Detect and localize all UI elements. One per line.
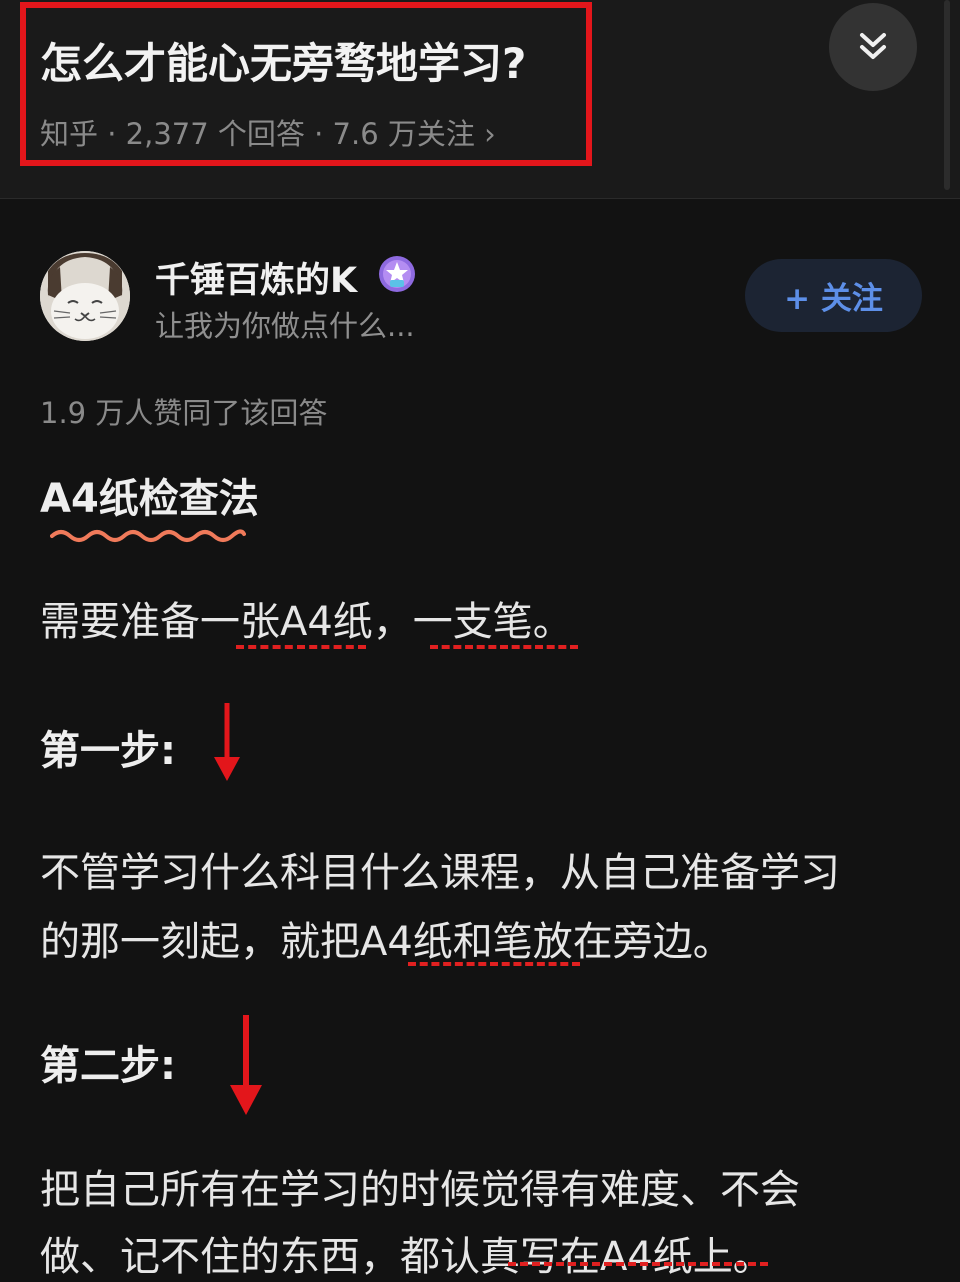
star-badge-icon [378, 255, 416, 293]
step-2-label: 第二步: [40, 1043, 176, 1089]
red-down-arrow-icon [230, 1015, 262, 1115]
cartoon-cat-avatar-icon [40, 251, 130, 341]
answer-heading: A4纸检查法 [40, 476, 259, 522]
step-1-text-line-1: 不管学习什么科目什么课程，从自己准备学习 [40, 850, 840, 896]
dashed-underline-a4 [236, 645, 366, 649]
annotation-highlight-box [20, 2, 592, 166]
wavy-underline [50, 529, 246, 542]
step-1-label: 第一步: [40, 728, 176, 774]
avatar[interactable] [40, 251, 130, 341]
step-2-text-line-2: 做、记不住的东西，都认真写在A4纸上。 [40, 1234, 773, 1280]
dashed-underline-write [508, 1262, 768, 1266]
step-2-text-line-1: 把自己所有在学习的时候觉得有难度、不会 [40, 1167, 800, 1213]
author-bio: 让我为你做点什么... [155, 309, 415, 343]
dashed-underline-paper-pen [408, 962, 580, 966]
author-name[interactable]: 千锤百炼的K [155, 252, 357, 303]
collapse-button[interactable] [829, 3, 917, 91]
upvote-count: 1.9 万人赞同了该回答 [40, 396, 328, 430]
header-divider [0, 198, 960, 199]
scroll-indicator[interactable] [944, 0, 950, 190]
dashed-underline-pen [430, 645, 578, 649]
answer-paragraph-1: 需要准备一张A4纸，一支笔。 [40, 599, 573, 645]
chevron-double-down-icon [860, 33, 886, 59]
follow-button[interactable]: + 关注 [745, 259, 922, 332]
red-down-arrow-icon [214, 703, 240, 781]
step-1-text-line-2: 的那一刻起，就把A4纸和笔放在旁边。 [40, 919, 733, 965]
